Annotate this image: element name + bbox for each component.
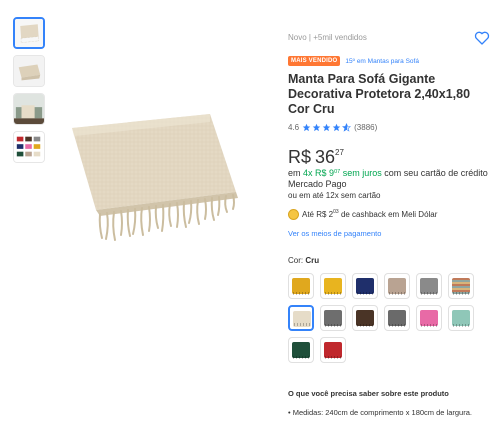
- thumbnail-image: [14, 132, 44, 162]
- info-item-text: Medidas: 240cm de comprimento x 180cm de…: [292, 408, 472, 417]
- thumbnail-manta-cru[interactable]: [13, 17, 45, 49]
- swatch-amarelo[interactable]: [320, 273, 346, 299]
- thumbnail-image: [14, 94, 44, 124]
- swatch-vermelho[interactable]: [320, 337, 346, 363]
- category-rank-link[interactable]: 15º em Mantas para Sofá: [345, 58, 419, 65]
- swatch-listrado[interactable]: [448, 273, 474, 299]
- color-label: Cor: Cru: [288, 256, 319, 265]
- installments-offer-cents: 07: [334, 169, 341, 175]
- cashback-suffix: de cashback em Meli Dólar: [340, 210, 438, 219]
- separator: |: [308, 33, 311, 42]
- best-seller-badge: MAIS VENDIDO: [288, 56, 341, 66]
- installments-offer: 4x R$ 907 sem juros: [303, 168, 382, 178]
- swatch-rosa[interactable]: [416, 305, 442, 331]
- price-currency: R$: [288, 147, 312, 167]
- thumbnail-image: [14, 56, 44, 86]
- info-title: O que você precisa saber sobre este prod…: [288, 389, 449, 398]
- star-icon: [312, 123, 321, 132]
- cashback-cents: 03: [333, 209, 339, 215]
- swatch-marrom[interactable]: [352, 305, 378, 331]
- thumbnail-manta-dobrada[interactable]: [13, 55, 45, 87]
- rating-count: (3886): [354, 123, 378, 132]
- swatch-cru[interactable]: [288, 305, 314, 331]
- installments-prefix: em: [288, 168, 301, 178]
- installments-alt: ou em até 12x sem cartão: [288, 191, 381, 200]
- star-icon: [322, 123, 331, 132]
- cashback-text: Até R$ 203 de cashback em Meli Dólar: [302, 209, 438, 219]
- sold-count: +5mil vendidos: [313, 33, 367, 42]
- color-selected: Cru: [305, 256, 320, 265]
- thumbnail-list: [13, 17, 47, 169]
- color-label-text: Cor:: [288, 256, 304, 265]
- cashback-prefix: Até R$ 2: [302, 210, 334, 219]
- product-title: Manta Para Sofá Gigante Decorativa Prote…: [288, 72, 471, 116]
- cashback: Até R$ 203 de cashback em Meli Dólar: [288, 209, 437, 220]
- price-integer: 36: [315, 147, 336, 167]
- thumbnail-sofa-ambiente[interactable]: [13, 93, 45, 125]
- rating-stars: [302, 123, 352, 132]
- swatch-mostarda[interactable]: [288, 273, 314, 299]
- swatch-mesclado[interactable]: [320, 305, 346, 331]
- price: R$ 3627: [288, 147, 344, 168]
- installments-offer-value: 4x R$ 9: [303, 168, 335, 178]
- swatch-cinza[interactable]: [416, 273, 442, 299]
- rating-score: 4.6: [288, 123, 300, 132]
- installments-interest: sem juros: [342, 168, 382, 178]
- badge-row: MAIS VENDIDO 15º em Mantas para Sofá: [288, 56, 419, 66]
- price-cents: 27: [335, 148, 344, 157]
- product-meta: Novo | +5mil vendidos: [288, 33, 367, 42]
- thumbnail-image: [15, 19, 43, 47]
- swatch-azul-marinho[interactable]: [352, 273, 378, 299]
- swatch-verde-escuro[interactable]: [288, 337, 314, 363]
- rating[interactable]: 4.6 (3886): [288, 123, 377, 132]
- star-half-icon: [342, 123, 352, 132]
- info-item: • Medidas: 240cm de comprimento x 180cm …: [288, 408, 472, 417]
- meli-dolar-coin-icon: [288, 209, 299, 220]
- thumbnail-cores-variadas[interactable]: [13, 131, 45, 163]
- heart-icon[interactable]: [474, 30, 490, 46]
- star-icon: [302, 123, 311, 132]
- installments: em 4x R$ 907 sem juros com seu cartão de…: [288, 168, 493, 190]
- swatch-cinza-escuro[interactable]: [384, 305, 410, 331]
- main-product-image[interactable]: [60, 92, 260, 252]
- star-icon: [332, 123, 341, 132]
- swatch-verde-agua[interactable]: [448, 305, 474, 331]
- swatch-bege[interactable]: [384, 273, 410, 299]
- condition: Novo: [288, 33, 307, 42]
- payment-methods-link[interactable]: Ver os meios de pagamento: [288, 229, 381, 238]
